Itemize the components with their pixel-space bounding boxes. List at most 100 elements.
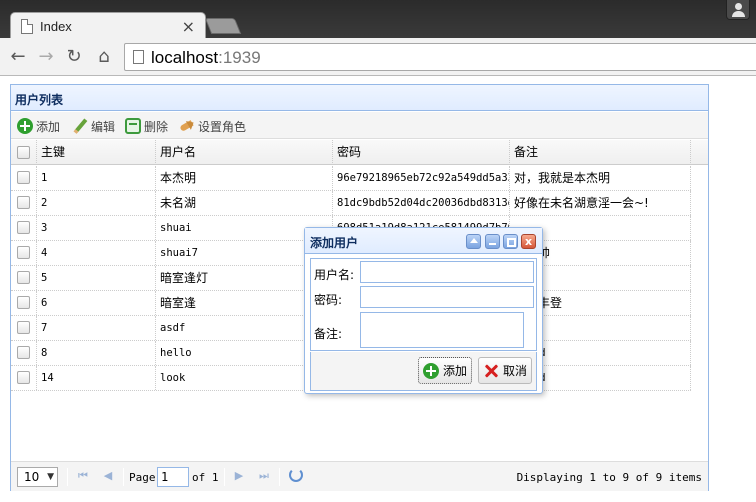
panel-header: 用户列表 <box>11 85 708 111</box>
url-text: localhost:1939 <box>151 48 261 68</box>
row-checkbox-cell <box>11 291 37 315</box>
page-label: Page <box>129 471 156 484</box>
cell-id: 6 <box>37 291 156 315</box>
row-checkbox-cell <box>11 191 37 215</box>
dialog-title: 添加用户 <box>310 236 359 250</box>
dropdown-arrow-icon: ▼ <box>47 472 54 482</box>
row-checkbox[interactable] <box>17 196 30 209</box>
edit-button[interactable]: 编辑 <box>72 116 115 136</box>
page-size-value: 10 <box>24 470 40 484</box>
redo-arrow-icon <box>179 118 195 134</box>
cell-id: 1 <box>37 166 156 190</box>
note-label: 备注: <box>314 327 343 341</box>
tab-close-icon[interactable]: × <box>182 17 195 36</box>
forward-arrow-icon[interactable]: → <box>34 45 58 69</box>
close-icon[interactable]: x <box>521 234 536 249</box>
first-page-icon[interactable]: ⏮ <box>77 470 89 482</box>
username-label: 用户名: <box>314 268 355 282</box>
row-checkbox-cell <box>11 216 37 240</box>
maximize-icon[interactable] <box>503 234 518 249</box>
pager-separator <box>224 468 225 486</box>
refresh-icon[interactable] <box>289 468 303 482</box>
row-checkbox-cell <box>11 166 37 190</box>
cell-id: 5 <box>37 266 156 290</box>
cell-password: 81dc9bdb52d04dc20036dbd8313ed <box>333 191 510 215</box>
table-row[interactable]: 2 未名湖 81dc9bdb52d04dc20036dbd8313ed 好像在未名湖意… <box>11 191 691 216</box>
column-header-note[interactable]: 备注 <box>510 140 691 165</box>
pager-info: Displaying 1 to 9 of 9 items <box>516 471 702 484</box>
row-checkbox[interactable] <box>17 371 30 384</box>
add-user-dialog: 添加用户 x 用户名: 密码: 备注: 添加 取消 <box>304 227 543 394</box>
column-header-username[interactable]: 用户名 <box>156 140 333 165</box>
column-header-id[interactable]: 主键 <box>37 140 156 165</box>
username-input[interactable] <box>360 261 534 283</box>
row-checkbox[interactable] <box>17 321 30 334</box>
page-favicon-icon <box>21 19 33 34</box>
set-role-button[interactable]: 设置角色 <box>179 116 246 136</box>
last-page-icon[interactable]: ⏭ <box>258 470 270 482</box>
user-profile-icon[interactable] <box>726 0 750 20</box>
cell-username: 未名湖 <box>156 191 333 215</box>
dialog-header[interactable]: 添加用户 x <box>305 228 542 254</box>
cell-id: 14 <box>37 366 156 390</box>
add-icon <box>423 362 439 379</box>
collapse-icon[interactable] <box>466 234 481 249</box>
remove-label: 删除 <box>144 119 169 134</box>
password-input[interactable] <box>360 286 534 308</box>
browser-tab[interactable]: Index × <box>10 12 206 40</box>
datagrid-header: 主键 用户名 密码 备注 <box>11 140 708 165</box>
remove-button[interactable]: 删除 <box>125 116 168 136</box>
header-checkbox-cell <box>11 140 37 165</box>
row-checkbox[interactable] <box>17 171 30 184</box>
pager-separator <box>123 468 124 486</box>
home-icon[interactable]: ⌂ <box>92 45 116 69</box>
edit-label: 编辑 <box>91 119 116 134</box>
dialog-cancel-button[interactable]: 取消 <box>478 357 533 384</box>
add-label: 添加 <box>36 119 61 134</box>
tab-title: Index <box>40 19 72 34</box>
url-port: :1939 <box>218 48 261 67</box>
row-checkbox[interactable] <box>17 346 30 359</box>
cell-password: 96e79218965eb72c92a549dd5a330 <box>333 166 510 190</box>
dialog-add-button[interactable]: 添加 <box>418 357 473 384</box>
cancel-icon <box>483 363 499 379</box>
add-icon <box>17 118 33 134</box>
datagrid-toolbar: 添加 编辑 删除 设置角色 <box>11 112 708 139</box>
prev-page-icon[interactable]: ◀ <box>102 470 114 482</box>
new-tab-button[interactable] <box>204 18 242 34</box>
cell-username: 本杰明 <box>156 166 333 190</box>
minimize-icon[interactable] <box>485 234 500 249</box>
pagination-bar: 10 ▼ ⏮ ◀ Page of 1 ▶ ⏭ Displaying 1 to 9… <box>11 461 708 491</box>
pencil-icon <box>72 118 88 134</box>
page-count-label: of 1 <box>192 471 219 484</box>
cell-id: 3 <box>37 216 156 240</box>
row-checkbox[interactable] <box>17 246 30 259</box>
row-checkbox-cell <box>11 341 37 365</box>
row-checkbox[interactable] <box>17 271 30 284</box>
column-header-password[interactable]: 密码 <box>333 140 510 165</box>
cell-id: 8 <box>37 341 156 365</box>
add-button[interactable]: 添加 <box>17 116 60 136</box>
password-label: 密码: <box>314 293 343 307</box>
row-checkbox[interactable] <box>17 221 30 234</box>
row-checkbox-cell <box>11 366 37 390</box>
page-number-input[interactable] <box>157 467 189 487</box>
cell-id: 2 <box>37 191 156 215</box>
reload-icon[interactable]: ↻ <box>62 45 86 69</box>
browser-toolbar: ← → ↻ ⌂ localhost:1939 <box>0 38 756 76</box>
select-all-checkbox[interactable] <box>17 146 30 159</box>
remove-icon <box>125 118 141 134</box>
row-checkbox[interactable] <box>17 296 30 309</box>
url-host: localhost <box>151 48 219 67</box>
row-checkbox-cell <box>11 316 37 340</box>
note-textarea[interactable] <box>360 312 524 348</box>
dialog-cancel-label: 取消 <box>503 364 528 378</box>
cell-note: 对，我就是本杰明 <box>510 166 691 190</box>
set-role-label: 设置角色 <box>198 119 247 134</box>
page-size-select[interactable]: 10 ▼ <box>17 467 58 487</box>
dialog-add-label: 添加 <box>443 364 468 378</box>
address-bar[interactable]: localhost:1939 <box>124 43 756 71</box>
table-row[interactable]: 1 本杰明 96e79218965eb72c92a549dd5a330 对，我就是本杰… <box>11 166 691 191</box>
next-page-icon[interactable]: ▶ <box>233 470 245 482</box>
back-arrow-icon[interactable]: ← <box>6 45 30 69</box>
